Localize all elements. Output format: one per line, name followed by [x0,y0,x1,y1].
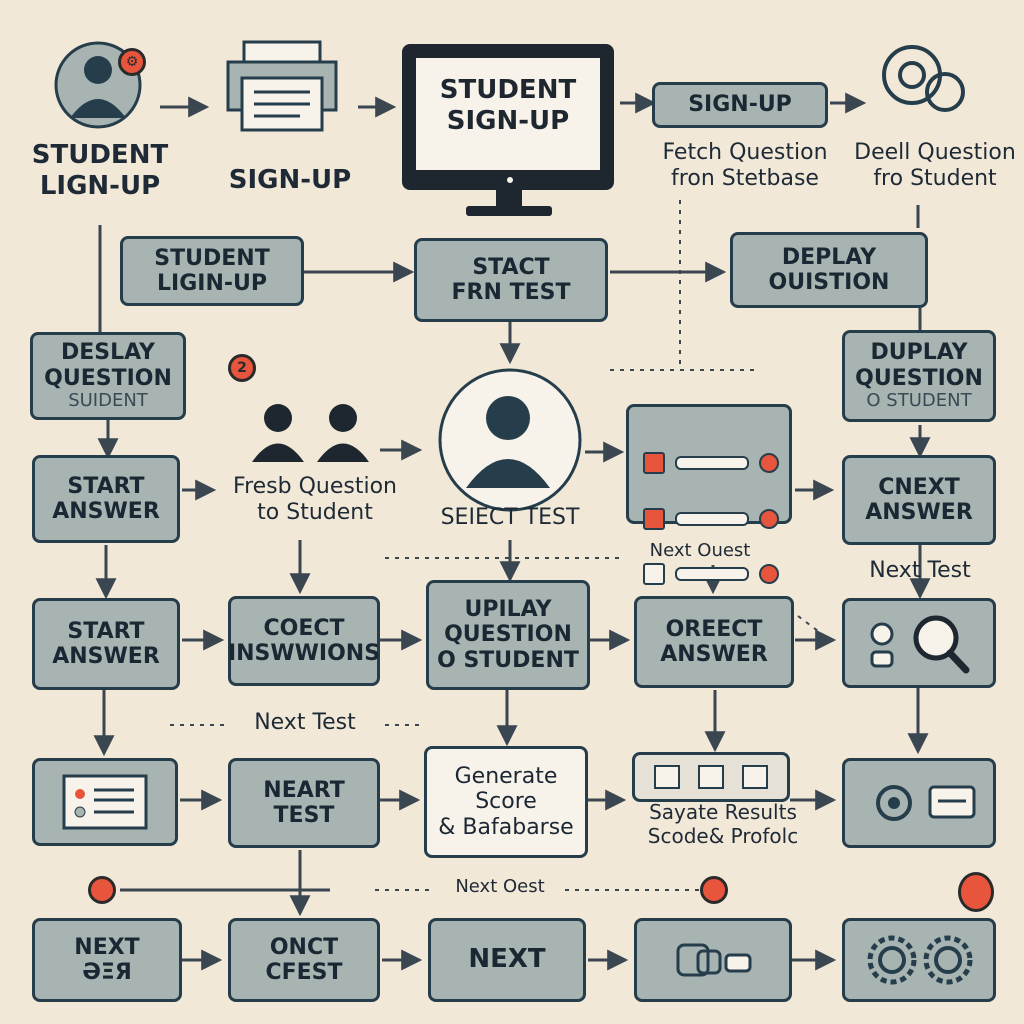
save-results-box[interactable] [632,752,790,802]
display-question-right-box[interactable]: DUPLAY QUESTION O STUDENT [842,330,996,422]
next-quest-label-2: Next Oest [455,876,545,897]
start-answer-box-2[interactable]: START ANSWER [32,598,180,690]
box-title: NEXT [74,934,140,960]
box-subtitle: O STUDENT [866,389,972,411]
line-icon [675,456,749,471]
correct-questions-box[interactable]: COECT INSWWIONS [228,596,380,686]
box-title: DUPLAY QUESTION [855,340,983,391]
next-answer-box[interactable]: CNEXT ANSWER [842,455,996,545]
people-icon [252,404,369,462]
save-results-label: Sayate Results Scode& Profolc [647,800,799,848]
dashed-connector [789,609,831,641]
onct-cfest-box[interactable]: ONCT CFEST [228,918,380,1002]
start-answer-box[interactable]: START ANSWER [32,455,180,543]
checkbox-icon [759,453,779,474]
student-login-box[interactable]: STUDENT LIGIN-UP [120,236,304,306]
step-badge-4 [700,876,728,904]
generate-score-box[interactable]: Generate Score & Bafabarse [424,746,588,858]
monitor-text: STUDENT SIGN-UP [439,75,577,137]
document-printer-icon [226,40,338,132]
checkbox-icon [643,562,665,585]
links-box[interactable] [634,918,792,1002]
deli-question-label: Deell Question fro Student [854,140,1016,192]
step-badge-3 [88,876,116,904]
checklist-panel[interactable] [626,404,792,585]
settings-icon [876,785,976,821]
checkbox-icon [643,452,665,475]
display-question-box[interactable]: DEPLAY OUISTION [730,232,928,308]
next-quest-label: Next Ouest [649,540,751,561]
student-circle-icon [438,368,582,512]
signup-label: SIGN-UP [228,165,352,195]
box-subtitle: SUIDENT [68,389,148,411]
checkbox-icon [759,563,779,584]
next-center-box[interactable]: NEXT [428,918,586,1002]
step-badge: ⚙ [118,48,146,76]
correct-answer-box[interactable]: OREECT ANSWER [634,596,794,688]
next-test-label-2: Next Test [254,710,356,735]
select-test-label: SEIECT TEST [440,505,580,530]
checkbox-icon [759,508,779,529]
display-question-left-box[interactable]: DESLAY QUESTION SUIDENT [30,332,186,420]
start-test-box[interactable]: STACT FRN TEST [414,238,608,322]
next-box[interactable]: NEXT ӘΞЯ [32,918,182,1002]
checkbox-icon [643,507,665,530]
search-box[interactable] [842,598,996,688]
signup-box[interactable]: SIGN-UP [652,82,828,128]
link-icon [676,943,752,977]
step-badge-5 [958,872,994,912]
next-test-label: Next Test [869,558,971,583]
box-subtitle: ӘΞЯ [82,960,132,985]
line-icon [675,566,749,581]
step-badge-2: 2 [228,354,256,382]
box-title: DESLAY QUESTION [44,340,172,391]
list-icon [62,774,148,830]
student-login-label: STUDENT LIGN-UP [31,140,169,202]
buttons-icon [654,765,768,789]
next-test-box[interactable]: NEART TEST [228,758,380,848]
magnifier-icon [870,615,970,674]
gears-icon [882,45,965,112]
fresh-question-label: Fresb Question to Student [233,474,397,526]
display-question-student-box[interactable]: UPILAY QUESTION O STUDENT [426,580,590,690]
fetch-question-label: Fetch Question fron Stetbase [662,140,828,192]
list-doc-box[interactable] [32,758,178,846]
gears-box[interactable] [842,918,996,1002]
gear-icon [867,935,973,985]
settings-box[interactable] [842,758,996,848]
line-icon [675,511,749,526]
